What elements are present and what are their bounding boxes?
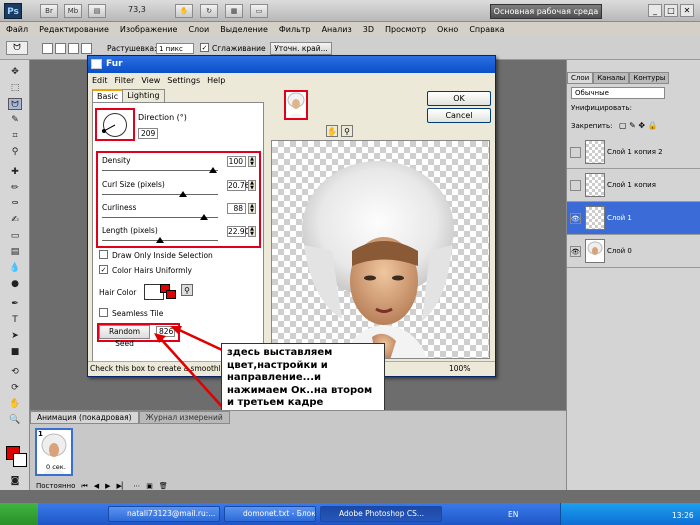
blend-mode-select[interactable]: Обычные bbox=[571, 87, 665, 99]
prev-frame-icon[interactable]: ◀ bbox=[94, 482, 99, 490]
delete-frame-icon[interactable]: 🗑 bbox=[159, 482, 168, 490]
tween-icon[interactable]: ⋯ bbox=[133, 482, 140, 490]
language-indicator[interactable]: EN bbox=[508, 510, 518, 519]
taskbar-mail-button[interactable]: natali73123@mail.ru:... bbox=[108, 506, 220, 522]
animation-controls: Постоянно ⏮ ◀ ▶ ▶▏ ⋯ ▣ 🗑 bbox=[30, 481, 566, 491]
frame-delay[interactable]: 0 сек. bbox=[46, 463, 66, 471]
layer-thumbnail bbox=[585, 173, 605, 197]
tab-layers[interactable]: Слои bbox=[567, 72, 594, 84]
layer-thumbnail bbox=[585, 239, 605, 263]
lock-label: Закрепить: bbox=[571, 122, 613, 130]
unify-label: Унифицировать: bbox=[571, 104, 632, 112]
first-frame-icon[interactable]: ⏮ bbox=[81, 482, 87, 491]
layer-thumbnail bbox=[585, 140, 605, 164]
taskbar-photoshop-button[interactable]: Adobe Photoshop CS... bbox=[320, 506, 442, 522]
layer-portrait-icon bbox=[587, 241, 603, 255]
layer-name: Слой 1 копия bbox=[607, 181, 656, 189]
animation-panel: Анимация (покадровая) Журнал измерений 1… bbox=[30, 410, 566, 490]
animation-tabs: Анимация (покадровая) Журнал измерений bbox=[30, 411, 230, 424]
loop-select[interactable]: Постоянно bbox=[36, 482, 75, 490]
layers-panel: Слои Каналы Контуры Обычные Унифицироват… bbox=[566, 60, 700, 490]
layer-row[interactable]: Слой 1 копия 2 bbox=[567, 136, 700, 169]
play-icon[interactable]: ▶ bbox=[105, 482, 110, 490]
layer-row[interactable]: Слой 1 копия bbox=[567, 169, 700, 202]
new-frame-icon[interactable]: ▣ bbox=[146, 482, 153, 490]
layer-row[interactable]: 👁 Слой 1 bbox=[567, 202, 700, 235]
layer-thumbnail bbox=[585, 206, 605, 230]
next-frame-icon[interactable]: ▶▏ bbox=[117, 482, 128, 490]
lock-icons[interactable]: ▢ ✎ ✥ 🔒 bbox=[619, 121, 658, 130]
layers-tabs: Слои Каналы Контуры bbox=[567, 72, 670, 84]
clock: 13:26 bbox=[672, 511, 694, 520]
arrow-to-color-line bbox=[159, 337, 226, 411]
layer-name: Слой 1 bbox=[607, 214, 632, 222]
start-button[interactable] bbox=[0, 503, 38, 525]
taskbar-notepad-button[interactable]: domonet.txt - Блокнот bbox=[224, 506, 316, 522]
tab-animation[interactable]: Анимация (покадровая) bbox=[30, 411, 139, 424]
visibility-toggle[interactable] bbox=[570, 147, 581, 158]
layer-name: Слой 1 копия 2 bbox=[607, 148, 663, 156]
eye-icon[interactable]: 👁 bbox=[570, 246, 581, 257]
layer-name: Слой 0 bbox=[607, 247, 632, 255]
tab-paths[interactable]: Контуры bbox=[629, 72, 670, 84]
frame-number: 1 bbox=[38, 430, 43, 438]
tab-measurement-log[interactable]: Журнал измерений bbox=[138, 411, 230, 424]
tab-channels[interactable]: Каналы bbox=[593, 72, 630, 84]
eye-icon[interactable]: 👁 bbox=[570, 213, 581, 224]
visibility-toggle[interactable] bbox=[570, 180, 581, 191]
layer-row[interactable]: 👁 Слой 0 bbox=[567, 235, 700, 268]
